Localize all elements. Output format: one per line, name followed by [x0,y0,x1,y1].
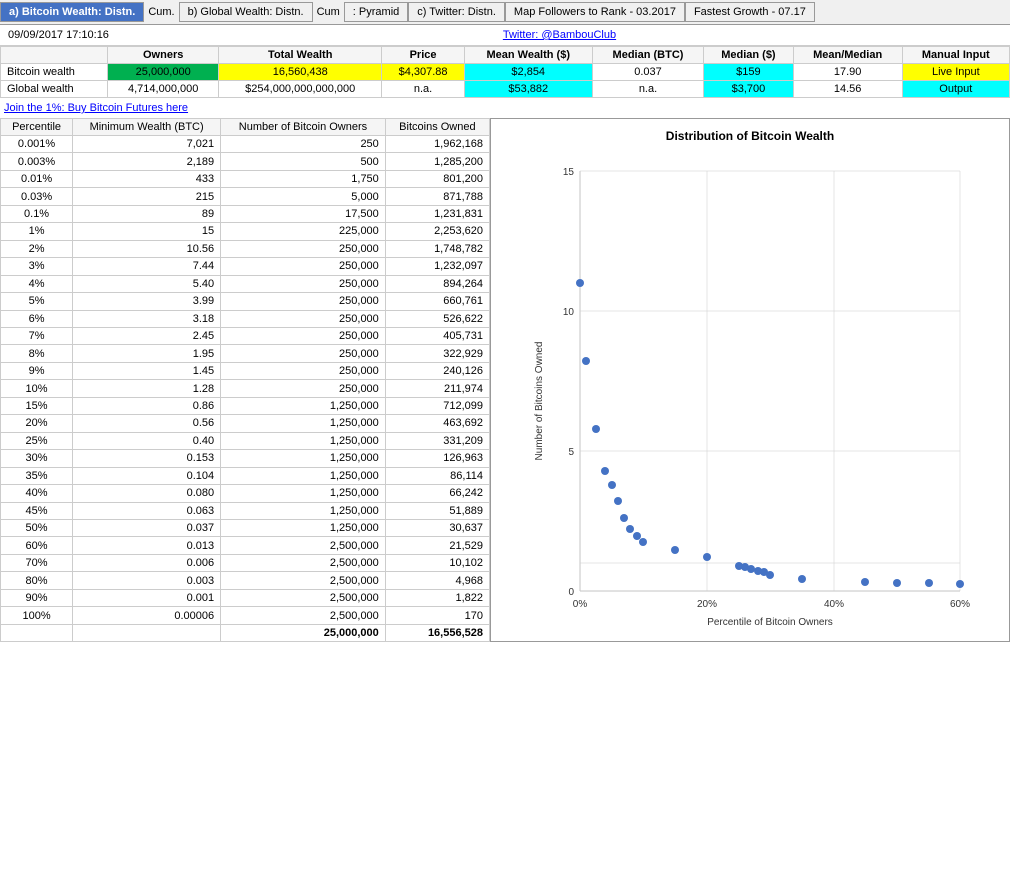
col-header-manual-input: Manual Input [902,47,1009,64]
table-row: 15%0.861,250,000712,099 [1,397,490,414]
tab-bitcoin-distn[interactable]: a) Bitcoin Wealth: Distn. [0,2,144,22]
table-row: 40%0.0801,250,00066,242 [1,485,490,502]
table-row: 90%0.0012,500,0001,822 [1,589,490,606]
table-row: 2%10.56250,0001,748,782 [1,240,490,257]
table-row: 20%0.561,250,000463,692 [1,415,490,432]
table-row: 4%5.40250,000894,264 [1,275,490,292]
tab-global-distn[interactable]: b) Global Wealth: Distn. [179,2,313,22]
summary-table: Owners Total Wealth Price Mean Wealth ($… [0,46,1010,98]
table-row: 100%0.000062,500,000170 [1,607,490,625]
chart-svg: Number of Bitcoins Owned [501,151,999,631]
top-navigation: a) Bitcoin Wealth: Distn. Cum. b) Global… [0,0,1010,25]
global-price: n.a. [382,81,464,98]
th-min-wealth: Minimum Wealth (BTC) [73,119,221,136]
timestamp: 09/09/2017 17:10:16 [4,27,113,43]
global-row-label: Global wealth [1,81,108,98]
table-row: 45%0.0631,250,00051,889 [1,502,490,519]
global-median-usd: $3,700 [704,81,793,98]
totals-row: 25,000,000 16,556,528 [1,625,490,642]
th-num-owners: Number of Bitcoin Owners [221,119,386,136]
table-row: 0.1%8917,5001,231,831 [1,205,490,222]
tab-pyramid[interactable]: : Pyramid [344,2,408,22]
svg-text:40%: 40% [824,599,844,610]
chart-container: Number of Bitcoins Owned [501,151,999,631]
th-btc-owned: Bitcoins Owned [385,119,489,136]
table-row: 5%3.99250,000660,761 [1,293,490,310]
bitcoin-live-input[interactable]: Live Input [902,64,1009,81]
table-row: 0.01%4331,750801,200 [1,170,490,187]
bitcoin-mean-wealth: $2,854 [464,64,592,81]
global-median-btc: n.a. [592,81,703,98]
tab-twitter-distn[interactable]: c) Twitter: Distn. [408,2,505,22]
svg-text:15: 15 [563,167,575,178]
svg-text:5: 5 [568,447,574,458]
global-total-wealth: $254,000,000,000,000 [219,81,382,98]
table-row: 3%7.44250,0001,232,097 [1,258,490,275]
table-row: 30%0.1531,250,000126,963 [1,450,490,467]
twitter-link[interactable]: Twitter: @BambouClub [503,29,616,41]
svg-text:0: 0 [568,587,574,598]
tab-map-followers[interactable]: Map Followers to Rank - 03.2017 [505,2,685,22]
buy-futures-link[interactable]: Join the 1%: Buy Bitcoin Futures here [0,98,1010,118]
table-row: 8%1.95250,000322,929 [1,345,490,362]
svg-text:10: 10 [563,307,575,318]
header-row: 09/09/2017 17:10:16 Twitter: @BambouClub [0,25,1010,46]
svg-text:Number of Bitcoins Owned: Number of Bitcoins Owned [534,342,545,461]
table-row: 35%0.1041,250,00086,114 [1,467,490,484]
table-row: 6%3.18250,000526,622 [1,310,490,327]
table-row: 25%0.401,250,000331,209 [1,432,490,449]
svg-text:Percentile of Bitcoin Owners: Percentile of Bitcoin Owners [707,617,833,628]
bitcoin-total-wealth: 16,560,438 [219,64,382,81]
totals-label [1,625,73,642]
col-header-total-wealth: Total Wealth [219,47,382,64]
bitcoin-mean-median: 17.90 [793,64,902,81]
table-row: 50%0.0371,250,00030,637 [1,519,490,536]
totals-btc: 16,556,528 [385,625,489,642]
chart-title: Distribution of Bitcoin Wealth [501,129,999,143]
table-row: 0.001%7,0212501,962,168 [1,136,490,153]
col-header-price: Price [382,47,464,64]
nav-sep-1: Cum. [144,3,178,21]
table-row: 60%0.0132,500,00021,529 [1,537,490,554]
bitcoin-median-btc: 0.037 [592,64,703,81]
bitcoin-owners: 25,000,000 [108,64,219,81]
table-row: 80%0.0032,500,0004,968 [1,572,490,589]
th-percentile: Percentile [1,119,73,136]
bitcoin-price: $4,307.88 [382,64,464,81]
table-row: 0.03%2155,000871,788 [1,188,490,205]
global-owners: 4,714,000,000 [108,81,219,98]
svg-text:20%: 20% [697,599,717,610]
distribution-table: Percentile Minimum Wealth (BTC) Number o… [0,118,490,642]
table-row: 10%1.28250,000211,974 [1,380,490,397]
col-header-median-btc: Median (BTC) [592,47,703,64]
col-header-mean-median: Mean/Median [793,47,902,64]
global-mean-median: 14.56 [793,81,902,98]
col-header-median-usd: Median ($) [704,47,793,64]
tab-fastest-growth[interactable]: Fastest Growth - 07.17 [685,2,815,22]
nav-sep-2: Cum [313,3,344,21]
col-header-mean-wealth: Mean Wealth ($) [464,47,592,64]
svg-text:60%: 60% [950,599,970,610]
table-row: 9%1.45250,000240,126 [1,362,490,379]
global-mean-wealth: $53,882 [464,81,592,98]
bitcoin-median-usd: $159 [704,64,793,81]
col-header-label [1,47,108,64]
table-row: 7%2.45250,000405,731 [1,327,490,344]
totals-empty [73,625,221,642]
global-output: Output [902,81,1009,98]
content-area: Percentile Minimum Wealth (BTC) Number o… [0,118,1010,642]
table-row: 70%0.0062,500,00010,102 [1,554,490,571]
chart-area: Distribution of Bitcoin Wealth Number of… [490,118,1010,642]
totals-owners: 25,000,000 [221,625,386,642]
table-row: 0.003%2,1895001,285,200 [1,153,490,170]
svg-text:0%: 0% [573,599,588,610]
col-header-owners: Owners [108,47,219,64]
bitcoin-row-label: Bitcoin wealth [1,64,108,81]
table-row: 1%15225,0002,253,620 [1,223,490,240]
